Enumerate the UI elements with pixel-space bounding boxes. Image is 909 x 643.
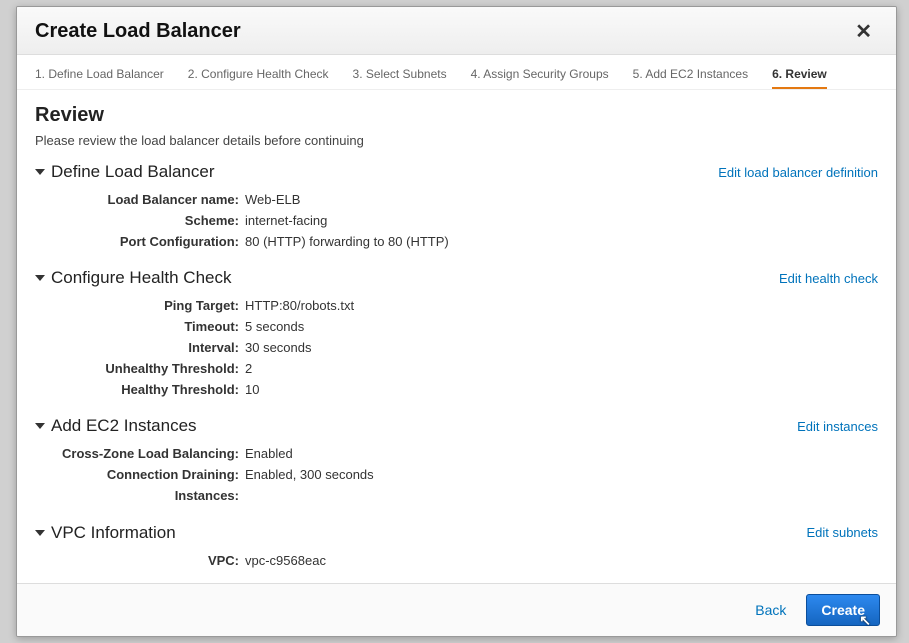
section-header: Configure Health Check Edit health check [35,268,878,288]
section-configure-health-check: Configure Health Check Edit health check… [35,268,878,400]
kv-label: Port Configuration: [45,232,245,253]
section-title: VPC Information [51,523,176,543]
kv-label: Load Balancer name: [45,190,245,211]
kv-row: Unhealthy Threshold:2 [45,359,878,380]
section-title: Configure Health Check [51,268,231,288]
edit-health-check-link[interactable]: Edit health check [779,271,878,286]
modal-header: Create Load Balancer ✕ [17,7,896,55]
section-vpc-information: VPC Information Edit subnets VPC:vpc-c95… [35,523,878,572]
back-button[interactable]: Back [747,596,794,624]
kv-label: Unhealthy Threshold: [45,359,245,380]
chevron-down-icon [35,169,45,175]
kv-label: Connection Draining: [45,465,245,486]
kv-row: Scheme:internet-facing [45,211,878,232]
wizard-steps: 1. Define Load Balancer 2. Configure Hea… [17,55,896,90]
edit-instances-link[interactable]: Edit instances [797,419,878,434]
step-add-ec2-instances[interactable]: 5. Add EC2 Instances [633,63,748,89]
kv-value: 80 (HTTP) forwarding to 80 (HTTP) [245,232,449,253]
kv-row: Load Balancer name:Web-ELB [45,190,878,211]
review-content: Review Please review the load balancer d… [17,90,896,583]
kv-row: Interval:30 seconds [45,338,878,359]
kv-row: Connection Draining:Enabled, 300 seconds [45,465,878,486]
close-icon[interactable]: ✕ [849,17,878,46]
create-button[interactable]: Create ↖ [806,594,880,626]
section-add-ec2-instances: Add EC2 Instances Edit instances Cross-Z… [35,416,878,506]
kv-list: Load Balancer name:Web-ELB Scheme:intern… [35,190,878,252]
create-load-balancer-modal: Create Load Balancer ✕ 1. Define Load Ba… [16,6,897,637]
step-select-subnets[interactable]: 3. Select Subnets [353,63,447,89]
kv-list: Cross-Zone Load Balancing:Enabled Connec… [35,444,878,506]
kv-label: Healthy Threshold: [45,380,245,401]
step-assign-security-groups[interactable]: 4. Assign Security Groups [471,63,609,89]
create-button-label: Create [821,602,865,618]
section-header: VPC Information Edit subnets [35,523,878,543]
modal-footer: Back Create ↖ [17,583,896,636]
kv-value: HTTP:80/robots.txt [245,296,354,317]
section-toggle[interactable]: Add EC2 Instances [35,416,197,436]
section-toggle[interactable]: Define Load Balancer [35,162,215,182]
kv-row: VPC:vpc-c9568eac [45,551,878,572]
kv-value: 2 [245,359,252,380]
kv-list: Ping Target:HTTP:80/robots.txt Timeout:5… [35,296,878,400]
chevron-down-icon [35,423,45,429]
step-configure-health-check[interactable]: 2. Configure Health Check [188,63,329,89]
section-header: Define Load Balancer Edit load balancer … [35,162,878,182]
step-define-load-balancer[interactable]: 1. Define Load Balancer [35,63,164,89]
section-header: Add EC2 Instances Edit instances [35,416,878,436]
kv-label: Interval: [45,338,245,359]
kv-value: 10 [245,380,259,401]
kv-value: 5 seconds [245,317,304,338]
kv-label: VPC: [45,551,245,572]
kv-label: Timeout: [45,317,245,338]
section-title: Define Load Balancer [51,162,215,182]
kv-value: Web-ELB [245,190,300,211]
kv-value: 30 seconds [245,338,312,359]
kv-row: Healthy Threshold:10 [45,380,878,401]
kv-list: VPC:vpc-c9568eac [35,551,878,572]
kv-value: Enabled [245,444,293,465]
kv-row: Cross-Zone Load Balancing:Enabled [45,444,878,465]
section-toggle[interactable]: VPC Information [35,523,176,543]
kv-row: Timeout:5 seconds [45,317,878,338]
step-review[interactable]: 6. Review [772,63,827,89]
section-toggle[interactable]: Configure Health Check [35,268,231,288]
kv-label: Ping Target: [45,296,245,317]
kv-label: Scheme: [45,211,245,232]
kv-row: Ping Target:HTTP:80/robots.txt [45,296,878,317]
edit-subnets-link[interactable]: Edit subnets [806,525,878,540]
kv-value: internet-facing [245,211,327,232]
kv-row: Port Configuration:80 (HTTP) forwarding … [45,232,878,253]
kv-label: Instances: [45,486,245,507]
modal-title: Create Load Balancer [35,20,241,43]
section-title: Add EC2 Instances [51,416,197,436]
kv-label: Cross-Zone Load Balancing: [45,444,245,465]
chevron-down-icon [35,275,45,281]
kv-value: vpc-c9568eac [245,551,326,572]
kv-value: Enabled, 300 seconds [245,465,374,486]
edit-load-balancer-definition-link[interactable]: Edit load balancer definition [718,165,878,180]
section-define-load-balancer: Define Load Balancer Edit load balancer … [35,162,878,252]
kv-row: Instances: [45,486,878,507]
chevron-down-icon [35,530,45,536]
page-title: Review [35,104,878,127]
page-subtitle: Please review the load balancer details … [35,133,878,148]
